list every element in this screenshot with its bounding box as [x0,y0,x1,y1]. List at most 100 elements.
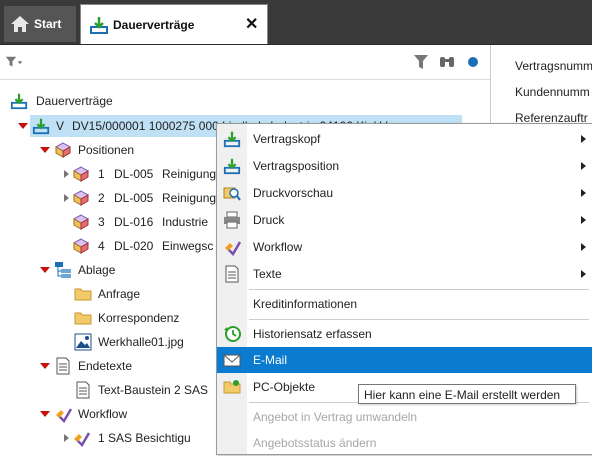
download-arrow-icon [90,17,108,34]
menu-item-label: Vertragskopf [253,132,321,146]
image-file-icon [74,333,92,351]
menu-item-vertragskopf[interactable]: Vertragskopf [217,126,592,152]
download-arrow-icon [32,118,50,135]
position-desc: Einwegsc [162,239,214,253]
menu-item-label: PC-Objekte [253,380,316,394]
menu-item-label: Texte [253,267,282,281]
download-arrow-icon [223,131,241,148]
folder-icon [74,288,92,301]
menu-item-label: Angebot in Vertrag umwandeln [253,410,418,424]
filter-dropdown-icon[interactable] [5,53,23,71]
menu-item-label: Druck [253,213,285,227]
position-desc: Reinigung [162,191,217,205]
position-cube-icon [72,190,90,206]
menu-item-label: Historiensatz erfassen [253,327,372,341]
anfrage-label: Anfrage [98,287,141,301]
werkhalle-label: Werkhalle01.jpg [98,335,184,349]
history-clock-icon [224,326,241,342]
tree-root-label: Dauerverträge [36,94,113,108]
position-cube-icon [54,142,72,158]
korrespondenz-label: Korrespondenz [98,311,180,325]
print-preview-icon [223,187,241,201]
position-cube-icon [72,238,90,254]
document-icon [56,357,70,375]
menu-item-label: Angebotsstatus ändern [253,436,377,450]
menu-item-label: Vertragsposition [253,159,340,173]
collapse-arrow-icon[interactable] [64,434,69,442]
binoculars-icon[interactable] [438,53,456,71]
workflow-icon [74,432,90,447]
collapse-arrow-icon[interactable] [64,194,69,202]
filter-icon[interactable] [412,53,430,71]
submenu-arrow-icon [581,135,586,143]
expand-arrow-icon[interactable] [18,123,28,129]
textbaustein-label: Text-Baustein 2 SAS [98,383,209,397]
expand-arrow-icon[interactable] [40,267,50,273]
document-icon [225,265,239,283]
contract-prefix: V [56,119,65,133]
download-arrow-icon [223,158,241,175]
position-code: DL-005 [114,167,154,181]
workflow-icon [225,241,241,256]
menu-item-workflow[interactable]: Workflow [217,234,592,260]
submenu-arrow-icon [581,270,586,278]
document-icon [76,381,90,399]
envelope-icon [223,354,241,367]
position-number: 2 [98,191,105,205]
menu-item-label: Workflow [253,240,303,254]
tab-start-label: Start [34,17,62,31]
menu-item-historiensatz[interactable]: Historiensatz erfassen [217,321,592,347]
expand-arrow-icon[interactable] [40,363,50,369]
position-number: 3 [98,215,105,229]
expand-arrow-icon[interactable] [40,411,50,417]
collapse-arrow-icon[interactable] [64,170,69,178]
menu-item-label: Kreditinformationen [253,297,358,311]
printer-icon [224,211,240,229]
field-label-kundennummer: Kundennumm [515,85,590,99]
ablage-label: Ablage [78,263,116,277]
menu-item-label: Druckvorschau [253,186,334,200]
tab-start[interactable]: Start [4,6,76,42]
menu-item-email[interactable]: E-Mail [217,347,592,373]
workflow-label: Workflow [78,407,128,421]
position-code: DL-005 [114,191,154,205]
archive-tree-icon [55,262,71,278]
menu-item-angebot-umwandeln: Angebot in Vertrag umwandeln [217,404,592,430]
download-arrow-icon [10,93,28,110]
menu-item-vertragsposition[interactable]: Vertragsposition [217,153,592,179]
positionen-label: Positionen [78,143,135,157]
menu-item-label: E-Mail [253,353,288,367]
close-icon[interactable]: ✕ [245,14,258,34]
status-dot-icon [468,57,478,67]
folder-icon [74,312,92,325]
menu-item-kreditinformationen[interactable]: Kreditinformationen [217,291,592,317]
submenu-arrow-icon [581,189,586,197]
menu-separator [249,319,589,320]
expand-arrow-icon[interactable] [40,147,50,153]
position-number: 4 [98,239,105,253]
folder-link-icon [223,380,241,394]
submenu-arrow-icon [581,243,586,251]
position-code: DL-020 [114,239,154,253]
menu-item-angebotsstatus: Angebotsstatus ändern [217,430,592,456]
workflow-item-label: 1 SAS Besichtigu [98,431,191,445]
position-desc: Industrie [162,215,209,229]
submenu-arrow-icon [581,162,586,170]
endetexte-label: Endetexte [78,359,133,373]
home-icon [11,16,29,32]
position-cube-icon [72,166,90,182]
menu-item-druckvorschau[interactable]: Druckvorschau [217,180,592,206]
menu-item-texte[interactable]: Texte [217,261,592,287]
tab-dauervertraege[interactable]: Dauerverträge ✕ [80,4,268,44]
context-menu: Vertragskopf Vertragsposition Druckvorsc… [216,123,592,455]
tooltip: Hier kann eine E-Mail erstellt werden [358,384,576,404]
position-number: 1 [98,167,105,181]
position-code: DL-016 [114,215,154,229]
menu-separator [249,289,589,290]
workflow-icon [56,408,72,423]
position-desc: Reinigung [162,167,217,181]
tab-dauervertraege-label: Dauerverträge [113,18,195,32]
submenu-arrow-icon [581,216,586,224]
menu-item-druck[interactable]: Druck [217,207,592,233]
tree-toolbar [0,45,490,80]
